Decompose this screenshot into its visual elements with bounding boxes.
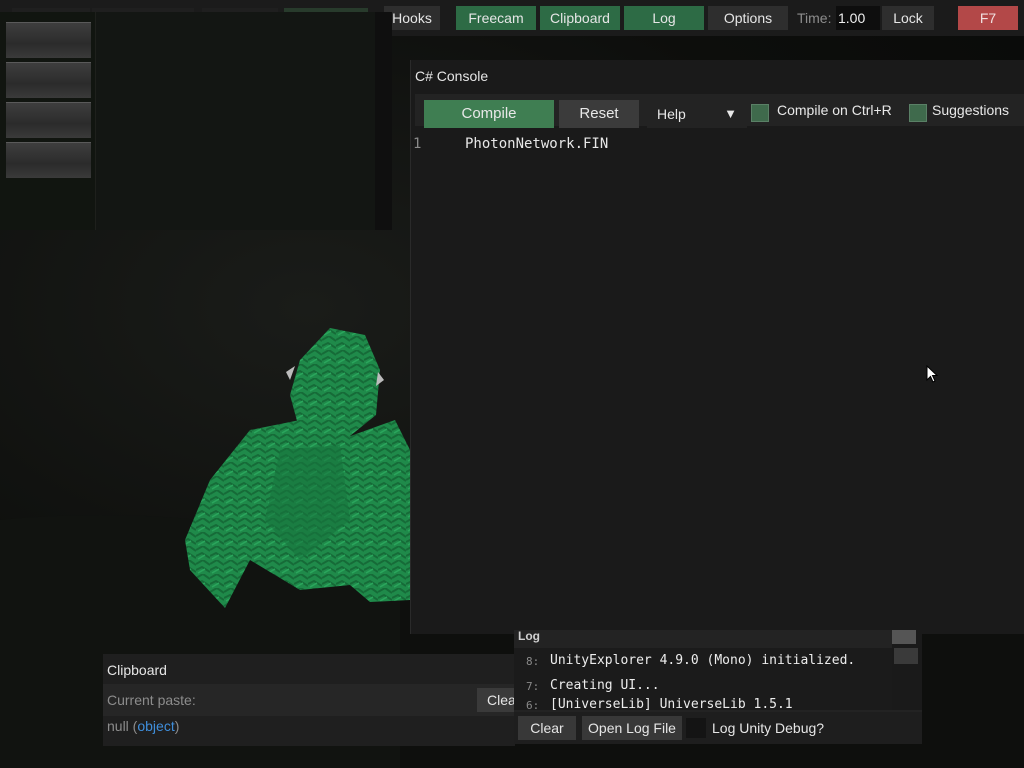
scene-list-item[interactable] <box>6 102 91 138</box>
clipboard-button[interactable]: Clipboard <box>540 6 620 30</box>
left-panel-scrollbar[interactable] <box>375 12 392 230</box>
log-footer: Clear Open Log File Log Unity Debug? <box>514 712 922 744</box>
clipboard-title: Clipboard <box>107 662 167 678</box>
freecam-button[interactable]: Freecam <box>456 6 536 30</box>
gorilla-character <box>185 328 410 608</box>
left-scene-list <box>0 12 96 230</box>
open-log-file-button[interactable]: Open Log File <box>582 716 682 740</box>
clipboard-value-close: ) <box>174 718 180 734</box>
time-scale-input[interactable]: 1.00 <box>836 6 880 30</box>
chevron-down-icon: ▼ <box>724 106 737 121</box>
scene-list-item[interactable] <box>6 142 91 178</box>
console-toolbar: Compile Reset Help ▼ Compile on Ctrl+R S… <box>415 94 1024 128</box>
clipboard-value: null (object) <box>107 718 179 734</box>
csharp-console-panel: C# Console Compile Reset Help ▼ Compile … <box>410 60 1024 634</box>
hooks-button[interactable]: Hooks <box>384 6 440 30</box>
compile-on-ctrl-r-checkbox[interactable] <box>751 104 769 122</box>
log-clear-button[interactable]: Clear <box>518 716 576 740</box>
log-entry-index: 8: <box>526 655 540 668</box>
current-paste-label: Current paste: <box>107 692 196 708</box>
scene-list-item[interactable] <box>6 22 91 58</box>
log-scrollbar-handle[interactable] <box>894 648 918 664</box>
log-entry-index: 7: <box>526 680 540 693</box>
time-label: Time: <box>797 10 832 26</box>
options-button[interactable]: Options <box>708 6 788 30</box>
reset-button[interactable]: Reset <box>559 100 639 128</box>
line-number: 1 <box>413 136 422 152</box>
clipboard-value-type[interactable]: object <box>137 718 174 734</box>
log-scrollbar-thumb[interactable] <box>892 630 916 644</box>
log-entry-index: 6: <box>526 699 540 710</box>
log-entry-message: [UniverseLib] UniverseLib 1.5.1 <box>550 697 793 710</box>
log-entry: 6: [UniverseLib] UniverseLib 1.5.1 <box>514 694 892 710</box>
help-dropdown-label: Help <box>657 106 686 122</box>
log-entry: 8: UnityExplorer 4.9.0 (Mono) initialize… <box>514 650 892 674</box>
log-entries: 8: UnityExplorer 4.9.0 (Mono) initialize… <box>514 648 892 710</box>
code-text[interactable]: PhotonNetwork.FIN <box>465 136 608 152</box>
log-title: Log <box>518 629 540 643</box>
suggestions-checkbox[interactable] <box>909 104 927 122</box>
log-entry-message: UnityExplorer 4.9.0 (Mono) initialized. <box>550 653 856 668</box>
mouse-cursor-icon <box>926 365 939 383</box>
compile-on-ctrl-r-label: Compile on Ctrl+R <box>777 102 892 118</box>
suggestions-label: Suggestions <box>932 102 1010 118</box>
log-button[interactable]: Log <box>624 6 704 30</box>
compile-button[interactable]: Compile <box>424 100 554 128</box>
log-unity-debug-label: Log Unity Debug? <box>712 720 825 736</box>
log-unity-debug-checkbox[interactable] <box>686 718 706 738</box>
lock-button[interactable]: Lock <box>882 6 934 30</box>
clipboard-current-paste-row: Current paste: Clear <box>103 684 515 716</box>
scene-list-item[interactable] <box>6 62 91 98</box>
console-title: C# Console <box>415 68 489 84</box>
log-entry-message: Creating UI... <box>550 678 660 693</box>
left-panel <box>0 12 392 230</box>
clipboard-value-null: null <box>107 718 129 734</box>
hotkey-f7-button[interactable]: F7 <box>958 6 1018 30</box>
clipboard-panel: Clipboard Current paste: Clear null (obj… <box>103 654 515 746</box>
help-dropdown[interactable]: Help ▼ <box>647 100 747 128</box>
clipboard-clear-button[interactable]: Clear <box>477 688 515 712</box>
log-panel: Log 8: UnityExplorer 4.9.0 (Mono) initia… <box>514 629 922 744</box>
